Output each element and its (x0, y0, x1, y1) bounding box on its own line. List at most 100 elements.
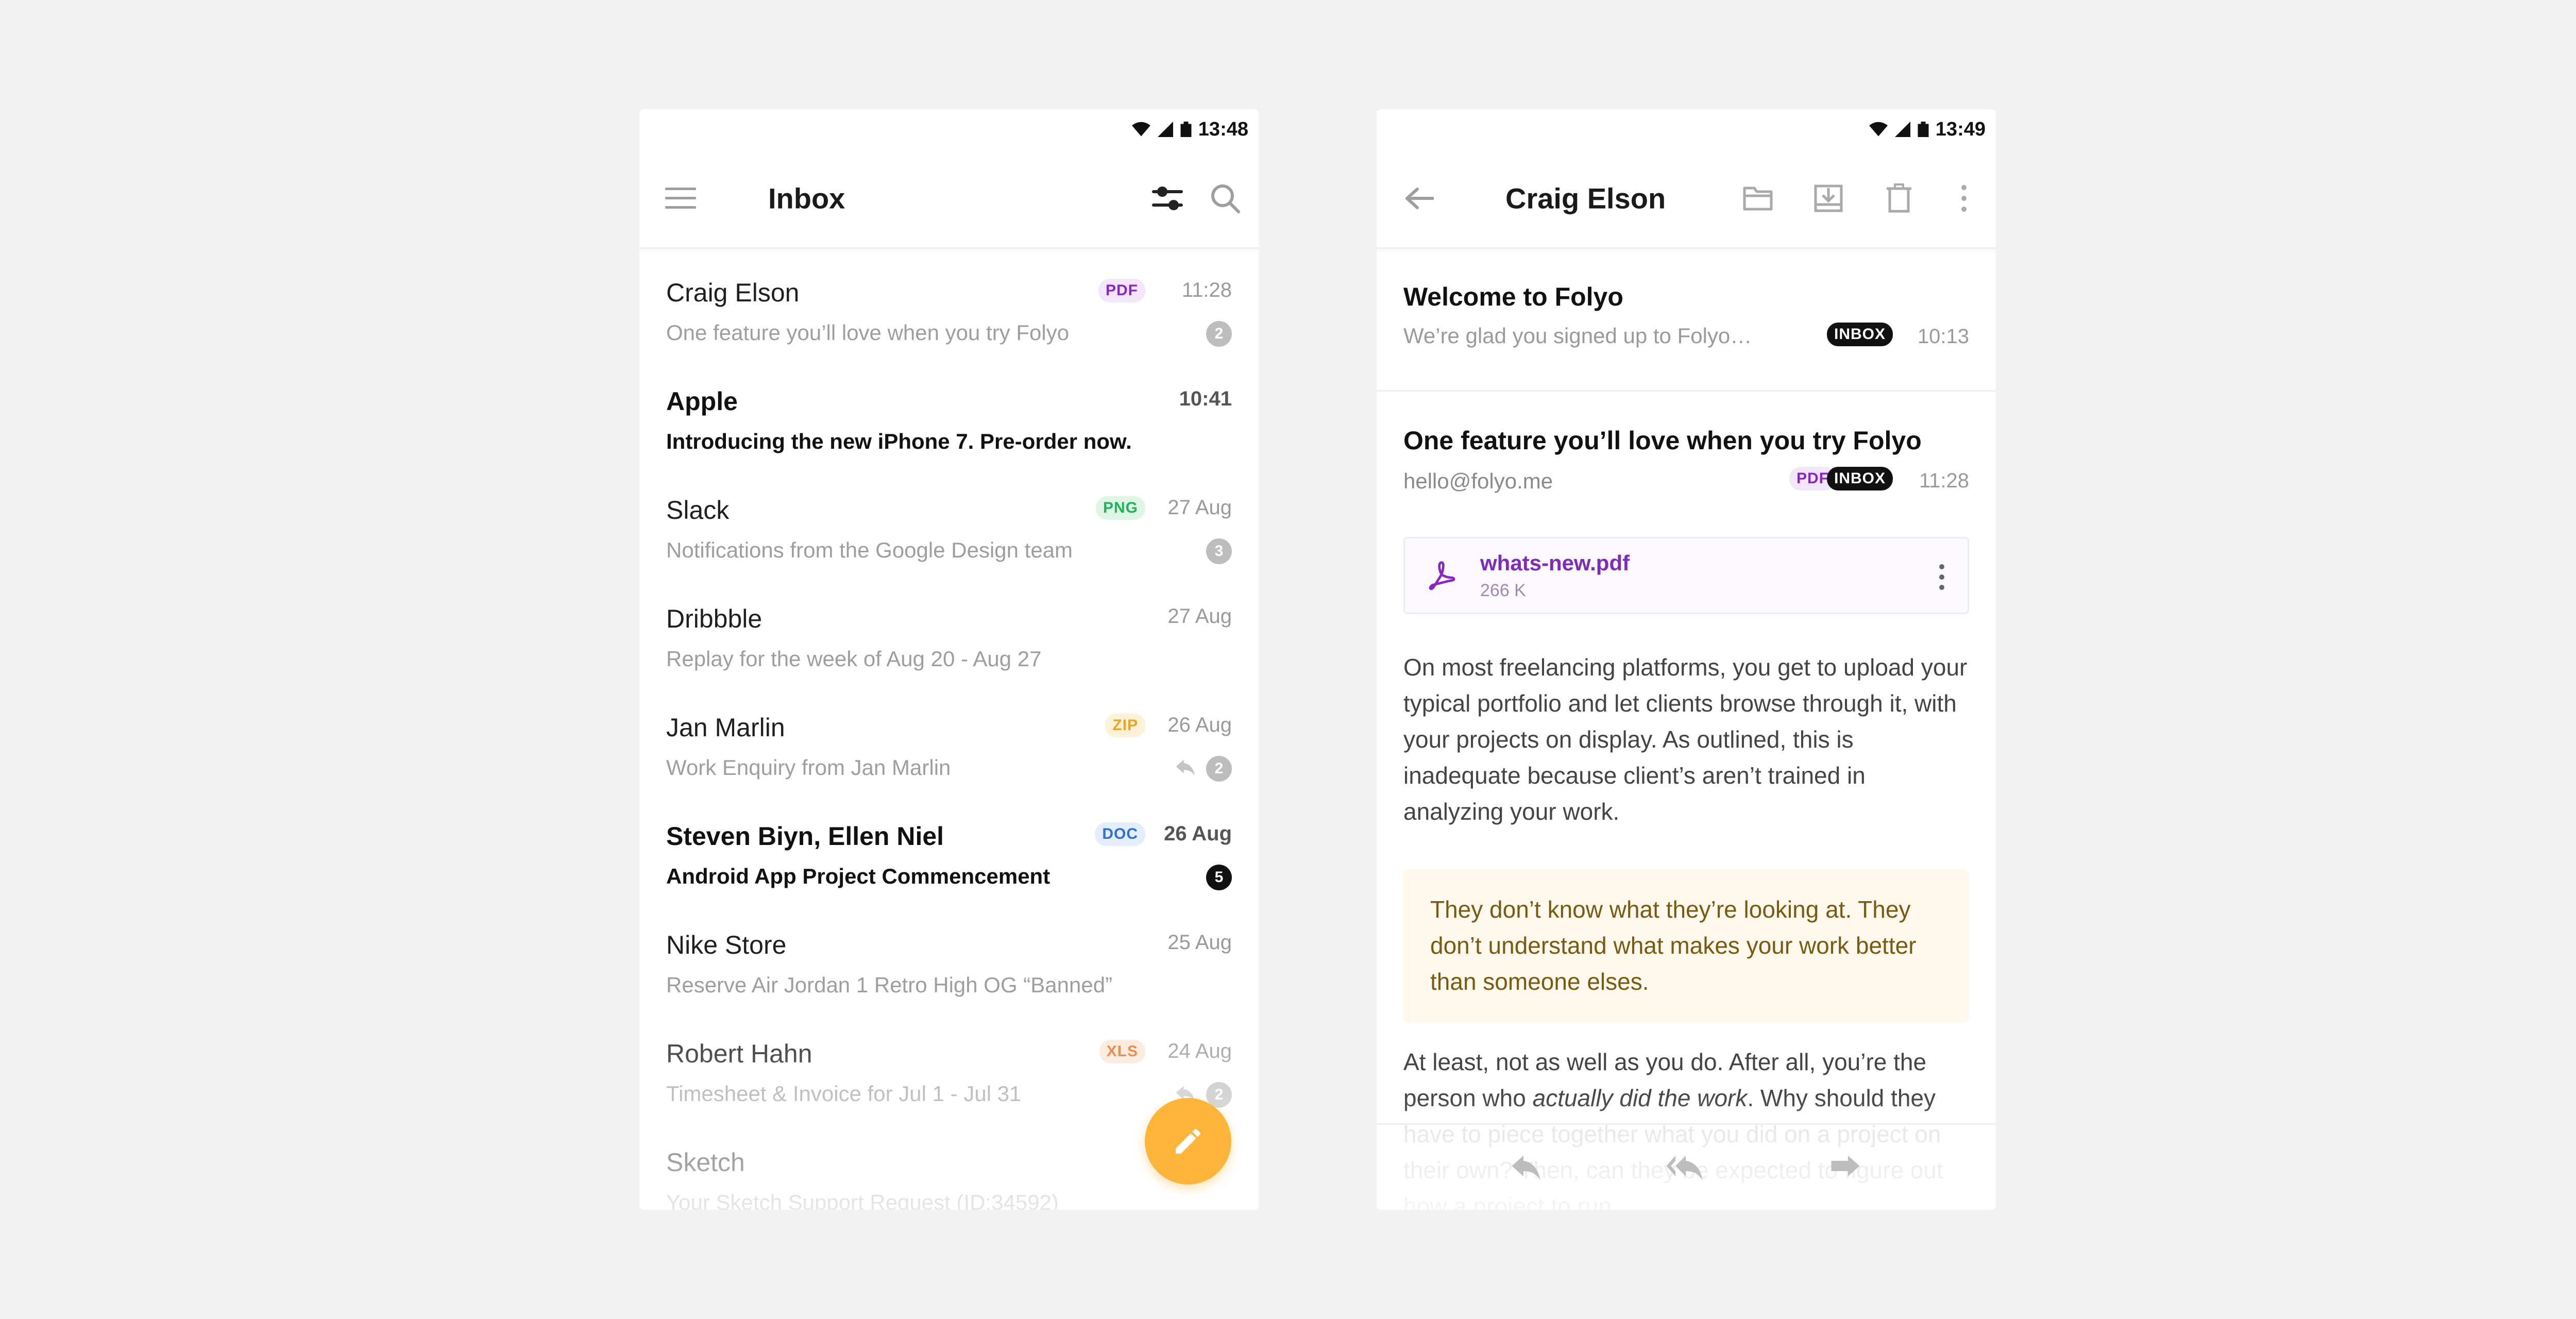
forward-icon (1831, 1156, 1860, 1176)
top-app-bar: Inbox (639, 149, 1259, 249)
mail-time: 26 Aug (1164, 822, 1232, 845)
mail-sender: Sketch (666, 1148, 745, 1177)
mail-list-item[interactable]: Apple Introducing the new iPhone 7. Pre-o… (639, 358, 1259, 466)
attachment-name: whats-new.pdf (1480, 551, 1630, 575)
mail-subject: Your Sketch Support Request (ID:34592) (666, 1190, 1059, 1210)
back-arrow-icon (1405, 188, 1434, 209)
mail-subject: One feature you’ll love when you try Fol… (666, 320, 1070, 345)
top-app-bar: Craig Elson (1377, 149, 1996, 249)
more-options-button[interactable] (1943, 178, 1985, 219)
thread-subject: Welcome to Folyo (1403, 282, 1623, 311)
more-vert-icon[interactable] (1937, 562, 1947, 593)
status-bar: 13:49 (1377, 109, 1996, 149)
page-title: Craig Elson (1505, 182, 1666, 215)
delete-button[interactable] (1878, 178, 1920, 219)
body-paragraph: On most freelancing platforms, you get t… (1403, 654, 1968, 825)
mail-time: 26 Aug (1167, 714, 1232, 736)
attachment-size: 266 K (1480, 581, 1526, 600)
mail-subject: Android App Project Commencement (666, 864, 1050, 888)
mail-list-item[interactable]: Robert Hahn Timesheet & Invoice for Jul 1… (639, 1010, 1259, 1119)
filter-sliders-icon (1152, 187, 1183, 210)
reply-icon (1512, 1156, 1540, 1180)
inbox-badge: INBOX (1826, 323, 1893, 346)
mail-time: 25 Aug (1167, 931, 1232, 954)
mail-time: 11:28 (1919, 469, 1969, 492)
mail-subject: One feature you’ll love when you try Fol… (1403, 426, 1922, 455)
back-button[interactable] (1399, 178, 1440, 219)
thread-snippet: We’re glad you signed up to Folyo… (1403, 324, 1752, 348)
detail-content: Welcome to Folyo We’re glad you signed u… (1377, 249, 1996, 1210)
mail-sender: Robert Hahn (666, 1039, 812, 1068)
attachment-type-badge: PNG (1095, 496, 1145, 520)
mail-subject: Notifications from the Google Design tea… (666, 538, 1073, 562)
archive-icon (1814, 184, 1843, 212)
mail-time: 27 Aug (1167, 496, 1232, 519)
signal-icon (1157, 122, 1173, 137)
filter-button[interactable] (1147, 178, 1188, 219)
archive-button[interactable] (1808, 178, 1849, 219)
mail-subject: Reserve Air Jordan 1 Retro High OG “Bann… (666, 973, 1113, 997)
mail-list-item[interactable]: Nike Store Reserve Air Jordan 1 Retro Hig… (639, 901, 1259, 1010)
search-button[interactable] (1205, 178, 1246, 219)
thread-count-badge: 5 (1206, 865, 1232, 890)
pdf-file-icon (1429, 561, 1455, 590)
attachment-card[interactable]: whats-new.pdf 266 K (1403, 537, 1969, 614)
mail-list: Craig Elson One feature you’ll love when … (639, 249, 1259, 1210)
mail-subject: Replay for the week of Aug 20 - Aug 27 (666, 647, 1042, 671)
reply-all-icon (1666, 1156, 1703, 1180)
mail-time: 10:41 (1179, 387, 1232, 410)
mail-subject: Timesheet & Invoice for Jul 1 - Jul 31 (666, 1081, 1022, 1106)
compose-button[interactable] (1145, 1098, 1231, 1185)
reply-button[interactable] (1505, 1148, 1547, 1189)
mail-list-item[interactable]: Jan Marlin Work Enquiry from Jan Marlin 26… (639, 684, 1259, 792)
trash-icon (1887, 183, 1911, 213)
mail-time: 27 Aug (1167, 605, 1232, 628)
mail-list-item[interactable]: Steven Biyn, Ellen Niel Android App Proje… (639, 792, 1259, 901)
mail-subject: Work Enquiry from Jan Marlin (666, 755, 951, 780)
menu-button[interactable] (660, 178, 701, 219)
move-folder-button[interactable] (1737, 178, 1778, 219)
inbox-screen: 13:48 Inbox Craig Elson One feature you’… (639, 109, 1259, 1210)
mail-from: hello@folyo.me (1403, 469, 1553, 493)
wifi-icon (1869, 122, 1888, 137)
mail-list-item[interactable]: Craig Elson One feature you’ll love when … (639, 249, 1259, 358)
page-title: Inbox (768, 182, 845, 215)
mail-list-item[interactable]: Dribbble Replay for the week of Aug 20 - … (639, 575, 1259, 684)
attachment-type-badge: DOC (1095, 822, 1145, 846)
body-emphasis: actually did the work (1532, 1085, 1748, 1111)
thread-time: 10:13 (1917, 325, 1969, 348)
mail-sender: Craig Elson (666, 278, 800, 307)
mail-detail-screen: 13:49 Craig Elson Welcome to Folyo We’re… (1377, 109, 1996, 1210)
mail-list-item[interactable]: Slack Notifications from the Google Desig… (639, 466, 1259, 575)
mail-sender: Dribbble (666, 604, 762, 633)
battery-icon (1180, 122, 1192, 137)
quote-block: They don’t know what they’re looking at.… (1403, 869, 1969, 1023)
status-clock: 13:49 (1935, 118, 1986, 140)
attachment-type-badge: ZIP (1105, 714, 1145, 737)
mail-time: 24 Aug (1167, 1040, 1232, 1062)
mail-sender: Jan Marlin (666, 713, 785, 742)
status-bar: 13:48 (639, 109, 1259, 149)
thread-count-badge: 2 (1206, 756, 1232, 782)
action-bar (1377, 1123, 1996, 1210)
mail-subject: Introducing the new iPhone 7. Pre-order … (666, 429, 1132, 453)
more-vert-icon (1961, 185, 1967, 212)
mail-time: 11:28 (1181, 279, 1232, 301)
menu-icon (665, 188, 696, 209)
battery-icon (1918, 122, 1929, 137)
attachment-type-badge: PDF (1098, 279, 1145, 302)
signal-icon (1894, 122, 1910, 137)
folder-icon (1743, 187, 1773, 211)
thread-count-badge: 3 (1206, 538, 1232, 564)
forward-button[interactable] (1825, 1148, 1866, 1189)
search-icon (1211, 184, 1240, 213)
attachment-type-badge: XLS (1099, 1040, 1145, 1063)
inbox-badge: INBOX (1826, 467, 1893, 491)
reply-all-button[interactable] (1665, 1148, 1706, 1189)
mail-sender: Apple (666, 387, 738, 416)
mail-sender: Nike Store (666, 931, 787, 959)
pencil-icon (1176, 1128, 1201, 1154)
thread-item[interactable]: Welcome to Folyo We’re glad you signed u… (1377, 249, 1996, 392)
wifi-icon (1131, 122, 1150, 137)
mail-sender: Slack (666, 496, 730, 525)
